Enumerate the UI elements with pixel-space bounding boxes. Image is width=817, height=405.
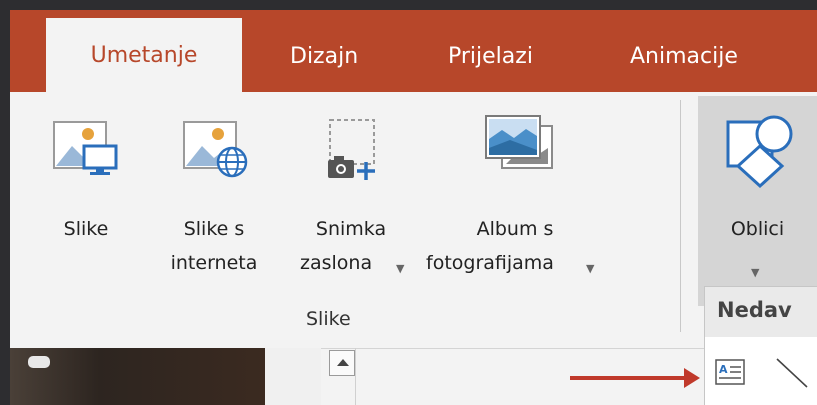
powerpoint-window: Umetanje Dizajn Prijelazi Animacije Slik…	[10, 10, 817, 405]
recent-shapes-heading: Nedav	[705, 287, 817, 337]
group-label-slike: Slike	[306, 308, 351, 330]
thumbnail-decoration	[28, 356, 50, 368]
online-pictures-label-2: interneta	[170, 252, 258, 274]
screenshot-icon	[328, 119, 375, 180]
screenshot-dropdown-icon[interactable]: ▼	[396, 256, 404, 282]
photo-album-dropdown-icon[interactable]: ▼	[586, 256, 594, 282]
shapes-icon	[726, 115, 793, 189]
scroll-up-button[interactable]	[329, 350, 355, 376]
shapes-label: Oblici	[730, 218, 785, 240]
tab-umetanje[interactable]: Umetanje	[46, 18, 242, 92]
slide-thumbnail[interactable]	[10, 348, 265, 405]
online-pictures-icon	[183, 121, 248, 178]
screenshot-label-2: zaslona	[300, 252, 373, 274]
pictures-button[interactable]: Slike	[46, 108, 126, 288]
photo-album-label-2: fotografijama	[426, 252, 554, 274]
ribbon: Slike Slike s interneta Snimka zaslona ▼…	[10, 92, 817, 349]
group-divider	[680, 100, 681, 332]
screenshot-label-1: Snimka	[315, 218, 387, 240]
shapes-button[interactable]: Oblici ▼	[698, 108, 817, 298]
annotation-arrow-icon	[684, 368, 700, 388]
line-icon[interactable]	[775, 357, 809, 389]
pictures-label: Slike	[63, 218, 109, 240]
pictures-icon	[53, 121, 118, 175]
tab-dizajn[interactable]: Dizajn	[290, 30, 358, 92]
recent-shapes-heading-text: Nedav	[717, 298, 792, 322]
online-pictures-label-1: Slike s	[183, 218, 245, 240]
photo-album-button[interactable]: Album s fotografijama ▼	[426, 108, 594, 288]
text-box-icon[interactable]: A	[715, 359, 745, 385]
photo-album-label-1: Album s	[476, 218, 554, 240]
svg-text:A: A	[719, 363, 728, 376]
annotation-arrow-shaft	[570, 376, 688, 380]
screenshot-button[interactable]: Snimka zaslona ▼	[286, 108, 416, 288]
pane-splitter	[265, 348, 321, 405]
ribbon-tab-bar: Umetanje Dizajn Prijelazi Animacije	[10, 10, 817, 92]
scroll-track	[355, 348, 356, 405]
scroll-up-icon	[337, 359, 349, 366]
photo-album-icon	[485, 115, 553, 169]
online-pictures-button[interactable]: Slike s interneta	[154, 108, 274, 288]
shapes-dropdown-panel: Nedav A	[704, 286, 817, 405]
tab-prijelazi[interactable]: Prijelazi	[448, 30, 533, 92]
tab-animacije[interactable]: Animacije	[630, 30, 738, 92]
shapes-dropdown-icon[interactable]: ▼	[751, 260, 759, 286]
